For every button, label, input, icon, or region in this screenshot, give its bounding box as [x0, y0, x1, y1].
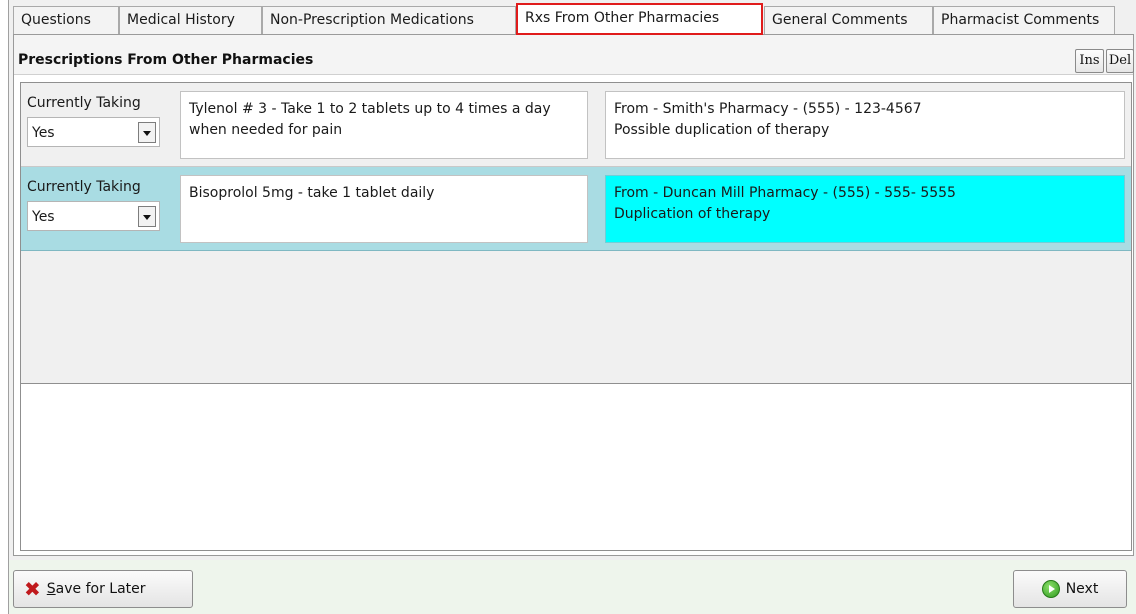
panel-header: Prescriptions From Other Pharmacies Ins …: [14, 35, 1134, 75]
currently-taking-value: Yes: [32, 209, 55, 225]
tab-medical-history[interactable]: Medical History: [119, 6, 262, 34]
green-arrow-circle-icon: [1041, 580, 1060, 598]
chevron-down-icon[interactable]: [138, 122, 156, 143]
currently-taking-select[interactable]: Yes: [27, 117, 160, 147]
tab-strip: Questions Medical History Non-Prescripti…: [9, 0, 1136, 35]
delete-button[interactable]: Del: [1106, 49, 1134, 73]
currently-taking-value: Yes: [32, 125, 55, 141]
table-row-selected[interactable]: Currently Taking Yes Bisoprolol 5mg - ta…: [21, 167, 1131, 251]
prescriptions-panel: Prescriptions From Other Pharmacies Ins …: [13, 34, 1134, 556]
next-label: Next: [1065, 581, 1099, 597]
app-window: Questions Medical History Non-Prescripti…: [8, 0, 1136, 614]
tab-general-comments[interactable]: General Comments: [764, 6, 933, 34]
tab-questions[interactable]: Questions: [13, 6, 119, 34]
source-pharmacy-line: From - Smith's Pharmacy - (555) - 123-45…: [614, 101, 922, 117]
next-button[interactable]: Next: [1013, 570, 1127, 608]
prescription-text-field[interactable]: Tylenol # 3 - Take 1 to 2 tablets up to …: [180, 91, 588, 159]
prescription-text-field[interactable]: Bisoprolol 5mg - take 1 tablet daily: [180, 175, 588, 243]
source-pharmacy-line: From - Duncan Mill Pharmacy - (555) - 55…: [614, 185, 956, 201]
panel-title: Prescriptions From Other Pharmacies: [18, 52, 314, 68]
grid-rows-area: Currently Taking Yes Tylenol # 3 - Take …: [21, 83, 1131, 384]
insert-button[interactable]: Ins: [1075, 49, 1104, 73]
therapy-note-line: Duplication of therapy: [614, 206, 771, 222]
tab-rxs-from-other-pharmacies[interactable]: Rxs From Other Pharmacies: [516, 3, 763, 35]
prescriptions-grid: Currently Taking Yes Tylenol # 3 - Take …: [20, 82, 1132, 551]
source-pharmacy-field[interactable]: From - Duncan Mill Pharmacy - (555) - 55…: [605, 175, 1125, 243]
therapy-note-line: Possible duplication of therapy: [614, 122, 830, 138]
tab-non-prescription-medications[interactable]: Non-Prescription Medications: [262, 6, 516, 34]
currently-taking-select[interactable]: Yes: [27, 201, 160, 231]
x-icon: ✖: [24, 577, 41, 601]
tab-pharmacist-comments[interactable]: Pharmacist Comments: [933, 6, 1115, 34]
currently-taking-label: Currently Taking: [27, 179, 141, 195]
save-rest: ave for Later: [55, 581, 146, 597]
source-pharmacy-field[interactable]: From - Smith's Pharmacy - (555) - 123-45…: [605, 91, 1125, 159]
footer-bar: ✖ Save for Later Next: [9, 560, 1136, 614]
save-mnemonic: S: [46, 581, 56, 597]
table-row[interactable]: Currently Taking Yes Tylenol # 3 - Take …: [21, 83, 1131, 167]
chevron-down-icon[interactable]: [138, 206, 156, 227]
save-for-later-button[interactable]: ✖ Save for Later: [13, 570, 193, 608]
currently-taking-label: Currently Taking: [27, 95, 141, 111]
save-for-later-label: Save for Later: [47, 581, 146, 597]
